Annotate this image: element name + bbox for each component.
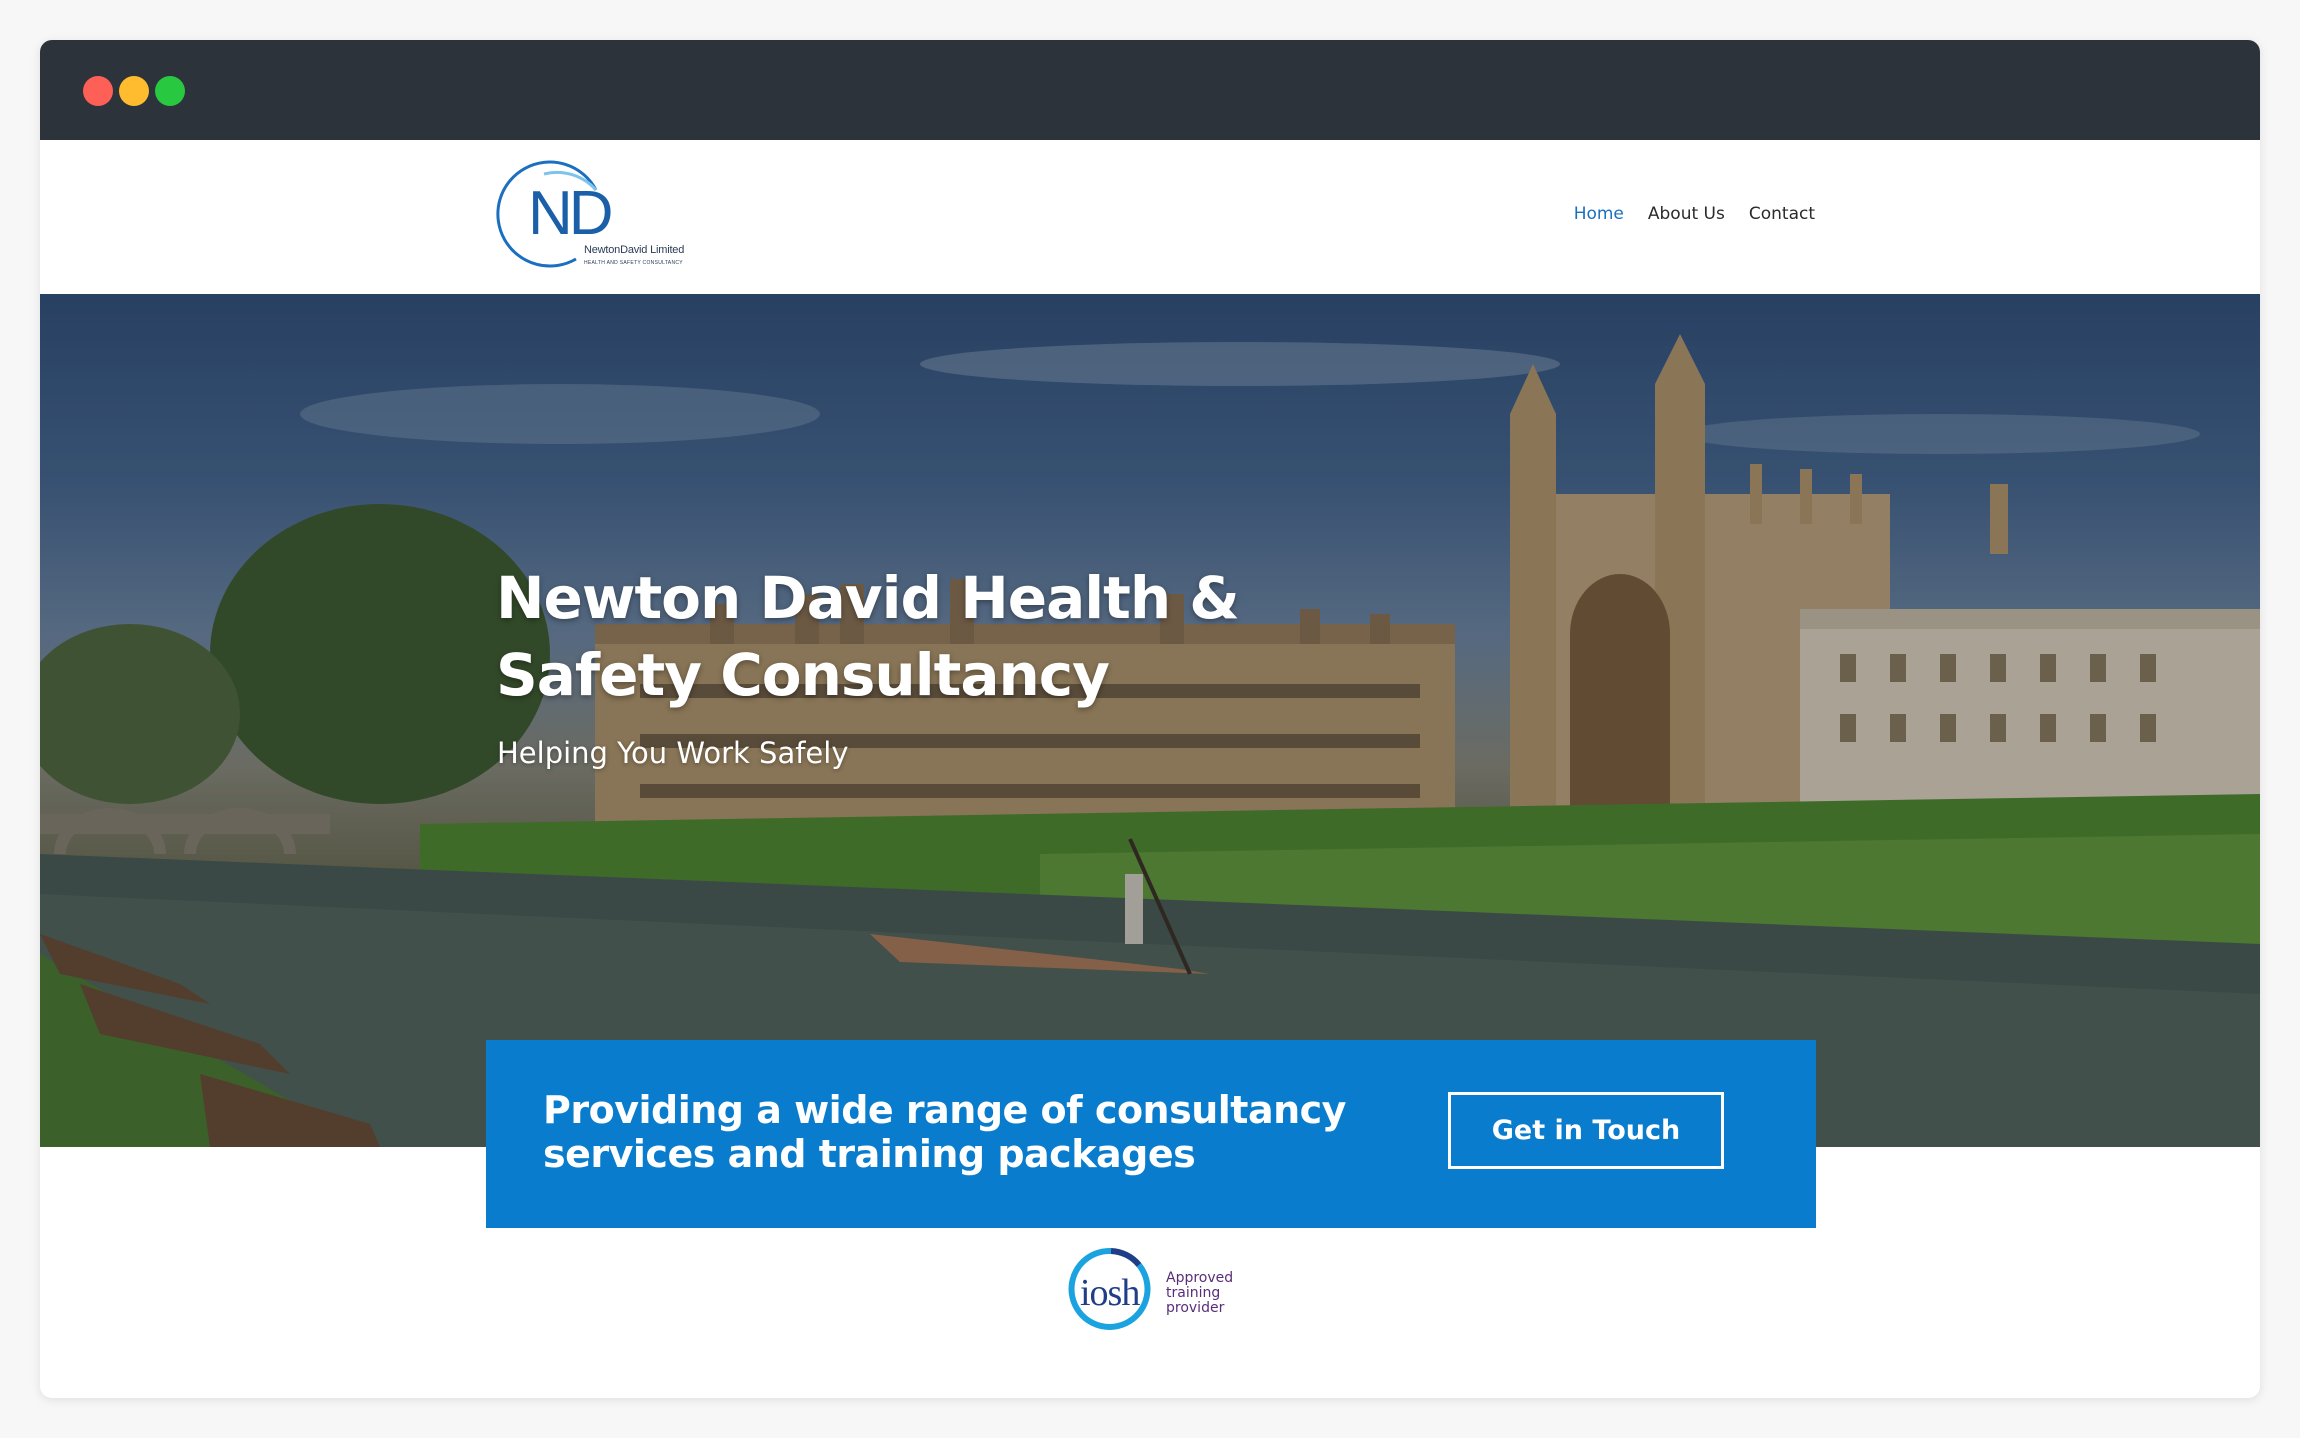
zoom-window-button[interactable]: [155, 76, 185, 106]
cta-banner: Providing a wide range of consultancy se…: [486, 1040, 1816, 1228]
close-window-button[interactable]: [83, 76, 113, 106]
hero-section: Newton David Health & Safety Consultancy…: [40, 294, 2260, 1147]
iosh-tagline: Approved training provider: [1166, 1270, 1234, 1316]
nav-link-contact[interactable]: Contact: [1749, 204, 1815, 224]
logo-caption: NewtonDavid Limited: [584, 244, 685, 256]
minimize-window-button[interactable]: [119, 76, 149, 106]
cta-text: Providing a wide range of consultancy se…: [543, 1088, 1346, 1176]
window-titlebar: [40, 40, 2260, 140]
nd-monogram-icon: ND: [496, 160, 615, 268]
svg-text:ND: ND: [528, 179, 611, 248]
hero-title: Newton David Health & Safety Consultancy: [496, 564, 1240, 709]
nav-link-about-us[interactable]: About Us: [1648, 204, 1725, 224]
site-header: [40, 140, 2260, 294]
site-logo[interactable]: ND NewtonDavid Limited HEALTH AND SAFETY…: [484, 152, 684, 277]
main-nav: Home About Us Contact: [1574, 204, 1815, 224]
iosh-accreditation-badge: iosh Approved training provider: [1064, 1245, 1264, 1335]
iosh-wordmark: iosh: [1080, 1272, 1140, 1314]
hero-subtitle: Helping You Work Safely: [497, 736, 849, 770]
logo-tagline: HEALTH AND SAFETY CONSULTANCY: [584, 260, 683, 266]
nav-link-home[interactable]: Home: [1574, 204, 1624, 224]
get-in-touch-button[interactable]: Get in Touch: [1448, 1092, 1724, 1169]
hero-overlay: [40, 294, 2260, 1147]
browser-window: ND NewtonDavid Limited HEALTH AND SAFETY…: [40, 40, 2260, 1398]
